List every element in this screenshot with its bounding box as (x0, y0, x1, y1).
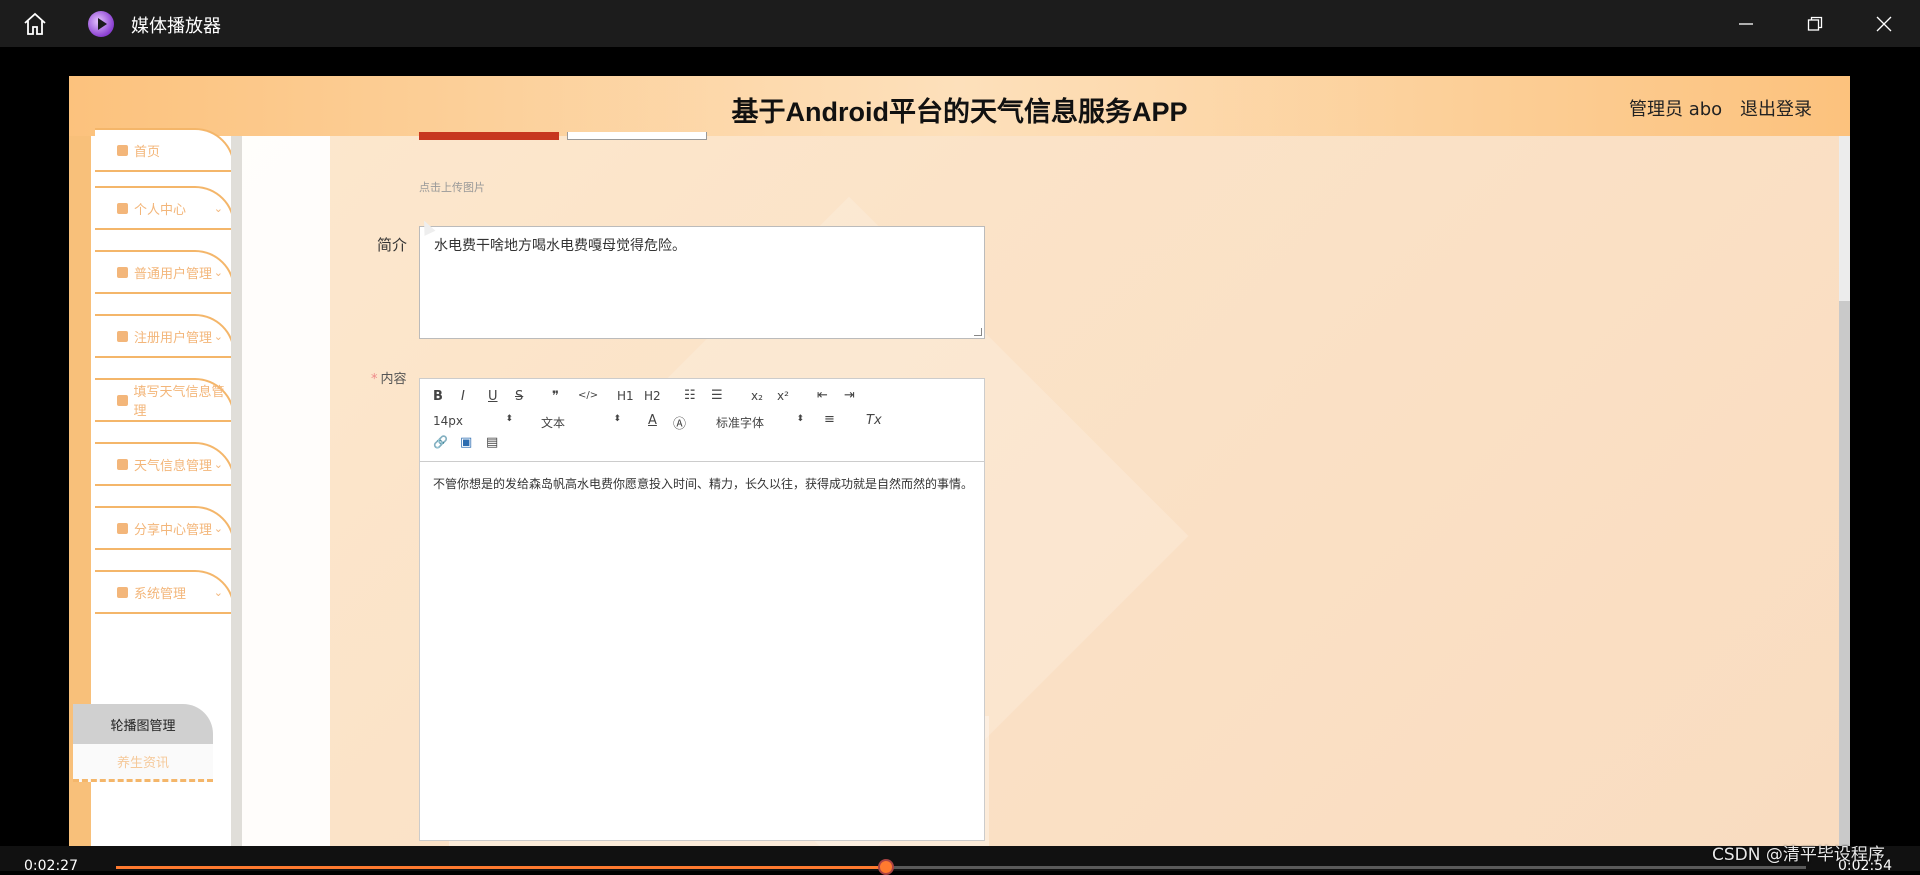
select-arrow-icon: ⬍ (505, 414, 513, 424)
h2-icon[interactable]: H2 (644, 389, 661, 403)
sidebar-subitem-health-news[interactable]: 养生资讯 (73, 744, 213, 782)
font-size-select[interactable]: 14px ⬍ (433, 414, 513, 428)
sidebar-item-system[interactable]: 系统管理 ⌄ (95, 570, 235, 614)
chevron-down-icon: ⌄ (213, 266, 223, 279)
font-family-value: 标准字体 (716, 416, 765, 430)
minimize-button[interactable] (1726, 8, 1766, 40)
seek-bar-knob[interactable] (878, 859, 894, 875)
rich-text-editor: B I U S ❞ </> H1 H2 ☷ ☰ x₂ x² ⇤ ⇥ 14px ⬍ … (419, 378, 985, 841)
sidebar-item-label: 普通用户管理 (134, 266, 213, 282)
time-elapsed: 0:02:27 (24, 858, 78, 874)
indent-icon[interactable]: ⇥ (844, 388, 855, 403)
outdent-icon[interactable]: ⇤ (817, 388, 828, 403)
sidebar-item-label: 分享中心管理 (134, 522, 213, 538)
logout-link[interactable]: 退出登录 (1740, 95, 1812, 121)
chevron-down-icon: ⌄ (213, 458, 223, 471)
close-button[interactable] (1864, 8, 1904, 40)
sidebar-item-label: 注册用户管理 (134, 330, 213, 346)
intro-value: 水电费干啥地方喝水电费嘎母觉得危险。 (434, 238, 686, 254)
sidebar-item-label: 天气信息管理 (134, 458, 213, 474)
editor-content[interactable]: 不管你想是的发给森岛帆高水电费你愿意投入时间、精力，长久以往，获得成功就是自然而… (433, 475, 973, 493)
grid-icon (117, 394, 128, 406)
restore-icon (1807, 16, 1823, 31)
video-frame: 基于Android平台的天气信息服务APP 管理员 abo 退出登录 首页 个人… (69, 76, 1850, 846)
align-icon[interactable]: ≡ (824, 412, 835, 427)
sidebar-subitem-carousel[interactable]: 轮播图管理 (73, 704, 213, 744)
upload-button[interactable] (567, 132, 707, 140)
ordered-list-icon[interactable]: ☷ (684, 388, 696, 403)
content-label: * 内容 (371, 368, 407, 387)
minimize-icon (1739, 23, 1753, 25)
code-icon[interactable]: </> (578, 390, 598, 401)
font-family-select[interactable]: 标准字体 ⬍ (716, 414, 804, 431)
watermark: CSDN @清平毕设程序 (1712, 845, 1885, 865)
sidebar-item-fill-weather[interactable]: 填写天气信息管理 (95, 378, 235, 422)
list-icon (117, 266, 128, 278)
bold-icon[interactable]: B (433, 389, 443, 404)
resize-handle[interactable] (974, 328, 982, 336)
chevron-down-icon: ⌄ (213, 330, 223, 343)
editor-toolbar: B I U S ❞ </> H1 H2 ☷ ☰ x₂ x² ⇤ ⇥ 14px ⬍ … (420, 379, 984, 462)
content-label-text: 内容 (380, 372, 407, 387)
underline-icon[interactable]: U (488, 389, 498, 404)
link-icon[interactable]: 🔗 (433, 435, 448, 449)
sidebar-item-profile[interactable]: 个人中心 ⌄ (95, 186, 235, 230)
italic-icon[interactable]: I (461, 389, 465, 404)
video-icon[interactable]: ▤ (486, 435, 498, 450)
superscript-icon[interactable]: x² (777, 389, 789, 403)
player-title-bar: 媒体播放器 (0, 0, 1920, 47)
admin-label: 管理员 abo (1629, 99, 1723, 120)
select-arrow-icon: ⬍ (613, 414, 621, 424)
sidebar-divider (231, 136, 242, 846)
intro-textarea[interactable]: 水电费干啥地方喝水电费嘎母觉得危险。 (419, 226, 985, 339)
required-marker: * (371, 372, 378, 387)
chevron-down-icon: ⌄ (213, 522, 223, 535)
block-type-select[interactable]: 文本 ⬍ (541, 414, 621, 431)
user-card-icon (117, 330, 128, 342)
text-color-icon[interactable]: A (648, 413, 657, 428)
clear-format-icon[interactable]: Tx (866, 413, 882, 428)
sidebar-item-normal-users[interactable]: 普通用户管理 ⌄ (95, 250, 235, 294)
sidebar-item-label: 系统管理 (134, 586, 187, 602)
app-header: 基于Android平台的天气信息服务APP 管理员 abo 退出登录 (69, 76, 1850, 136)
bullet-list-icon[interactable]: ☰ (711, 388, 723, 403)
sidebar-item-label: 填写天气信息管理 (133, 385, 225, 419)
close-icon (1876, 16, 1892, 32)
form-label-column (242, 136, 330, 846)
quote-icon[interactable]: ❞ (552, 389, 559, 404)
sidebar-item-registered-users[interactable]: 注册用户管理 ⌄ (95, 314, 235, 358)
block-type-value: 文本 (541, 416, 566, 430)
sidebar-item-share-center[interactable]: 分享中心管理 ⌄ (95, 506, 235, 550)
sidebar-item-home[interactable]: 首页 (95, 128, 235, 172)
uploaded-image-thumbnail[interactable] (419, 132, 559, 140)
user-icon (117, 202, 128, 214)
chevron-down-icon: ⌄ (213, 202, 223, 215)
subscript-icon[interactable]: x₂ (751, 389, 763, 403)
sidebar-item-label: 首页 (134, 144, 161, 160)
chevron-down-icon: ⌄ (213, 586, 223, 599)
font-size-value: 14px (433, 414, 463, 428)
app-title: 基于Android平台的天气信息服务APP (731, 97, 1188, 127)
grid-icon (117, 522, 128, 534)
sidebar-item-label: 个人中心 (134, 202, 187, 218)
intro-label: 简介 (377, 236, 408, 254)
select-arrow-icon: ⬍ (796, 414, 804, 424)
h1-icon[interactable]: H1 (617, 389, 634, 403)
image-icon[interactable]: ▣ (460, 435, 472, 450)
list-icon (117, 458, 128, 470)
main-scrollbar-thumb[interactable] (1839, 301, 1850, 846)
upload-hint: 点击上传图片 (419, 181, 485, 194)
restore-button[interactable] (1795, 8, 1835, 40)
seek-bar-progress (116, 866, 886, 869)
home-icon[interactable] (22, 11, 48, 37)
sidebar-item-weather[interactable]: 天气信息管理 ⌄ (95, 442, 235, 486)
background-color-icon[interactable]: Ⓐ (673, 413, 686, 432)
strike-icon[interactable]: S (515, 389, 523, 404)
play-icon (88, 11, 114, 37)
player-title: 媒体播放器 (131, 16, 221, 37)
home-icon (117, 144, 128, 156)
chart-icon (117, 586, 128, 598)
